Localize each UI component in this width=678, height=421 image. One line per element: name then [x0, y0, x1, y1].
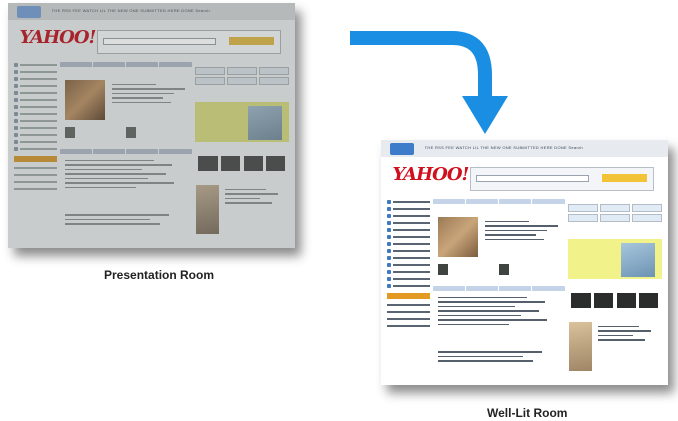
thumbnail	[498, 264, 510, 275]
nav-item	[386, 276, 430, 283]
nav-item	[386, 269, 430, 276]
lower-text	[437, 351, 557, 365]
nav-item	[13, 132, 57, 139]
transition-arrow-icon	[350, 31, 508, 134]
search-box	[469, 166, 654, 192]
nav-item	[386, 309, 430, 316]
tab-strip	[59, 148, 192, 154]
nav-item	[13, 83, 57, 90]
lower-text	[64, 214, 184, 228]
nav-item	[13, 111, 57, 118]
promo-photo	[247, 105, 282, 140]
right-content-column	[194, 62, 290, 243]
center-content-column	[432, 198, 565, 380]
nav-item	[13, 76, 57, 83]
nav-item	[386, 302, 430, 309]
nav-item	[386, 248, 430, 255]
nav-item	[13, 172, 57, 179]
promo-ad	[567, 238, 663, 279]
nav-item	[386, 234, 430, 241]
topbar-text: THE RSS FEE WATCH LIL THE NEW ONE SUBMIT…	[51, 9, 210, 14]
left-nav-column	[386, 199, 430, 380]
arrow-shaft	[350, 31, 492, 100]
presentation-room-screenshot: THE RSS FEE WATCH LIL THE NEW ONE SUBMIT…	[8, 3, 295, 248]
nav-item	[386, 220, 430, 227]
well-lit-room-screenshot: THE RSS FEE WATCH LIL THE NEW ONE SUBMIT…	[381, 140, 668, 385]
browser-topbar: THE RSS FEE WATCH LIL THE NEW ONE SUBMIT…	[381, 140, 668, 158]
nav-item	[13, 179, 57, 186]
nav-item	[386, 323, 430, 330]
portrait-text	[597, 325, 657, 344]
nav-item	[13, 69, 57, 76]
nav-item	[13, 90, 57, 97]
feature-text	[112, 83, 186, 107]
portrait-text	[224, 188, 284, 207]
quick-link-buttons	[567, 204, 663, 223]
nav-item	[386, 213, 430, 220]
yahoo-logo: YAHOO!	[392, 163, 469, 185]
promo-photo	[620, 242, 655, 277]
yahoo-logo: YAHOO!	[19, 26, 96, 48]
nav-item	[386, 283, 430, 290]
thumbnail	[125, 127, 137, 138]
nav-item	[386, 227, 430, 234]
product-thumbnails	[568, 293, 663, 308]
nav-item	[386, 255, 430, 262]
nav-item	[386, 241, 430, 248]
left-nav-column	[13, 62, 57, 243]
search-button	[601, 174, 648, 183]
feature-text	[485, 220, 559, 244]
topbar-text: THE RSS FEE WATCH LIL THE NEW ONE SUBMIT…	[424, 146, 583, 151]
thumbnail	[64, 127, 76, 138]
search-button	[228, 37, 275, 46]
browser-topbar: THE RSS FEE WATCH LIL THE NEW ONE SUBMIT…	[8, 3, 295, 21]
quick-link-buttons	[194, 67, 290, 86]
headline-list	[64, 159, 184, 192]
portrait-photo	[196, 185, 220, 235]
product-thumbnails	[195, 156, 290, 171]
well-lit-room-caption: Well-Lit Room	[487, 406, 568, 420]
nav-item	[386, 199, 430, 206]
promo-ad	[194, 101, 290, 142]
browser-logo-icon	[389, 142, 414, 155]
nav-item	[13, 186, 57, 193]
tab-strip	[432, 198, 565, 204]
feature-photo	[437, 216, 478, 257]
right-content-column	[567, 199, 663, 380]
presentation-room-caption: Presentation Room	[104, 268, 215, 282]
nav-item	[13, 118, 57, 125]
nav-item	[13, 165, 57, 172]
nav-item	[13, 146, 57, 153]
search-box	[96, 29, 281, 55]
nav-item	[13, 97, 57, 104]
search-field	[103, 37, 217, 45]
nav-section-band	[13, 155, 57, 162]
nav-item	[386, 206, 430, 213]
nav-item	[13, 62, 57, 69]
feature-photo	[64, 79, 105, 120]
search-field	[476, 174, 590, 182]
nav-item	[13, 125, 57, 132]
arrow-head	[462, 96, 508, 134]
nav-item	[13, 139, 57, 146]
browser-logo-icon	[16, 5, 41, 18]
tab-strip	[59, 61, 192, 67]
nav-item	[386, 262, 430, 269]
nav-item	[386, 316, 430, 323]
headline-list	[437, 296, 557, 329]
center-content-column	[59, 61, 192, 243]
tab-strip	[432, 285, 565, 291]
nav-section-band	[386, 292, 430, 299]
thumbnail	[437, 264, 449, 275]
nav-item	[13, 104, 57, 111]
portrait-photo	[569, 322, 593, 372]
